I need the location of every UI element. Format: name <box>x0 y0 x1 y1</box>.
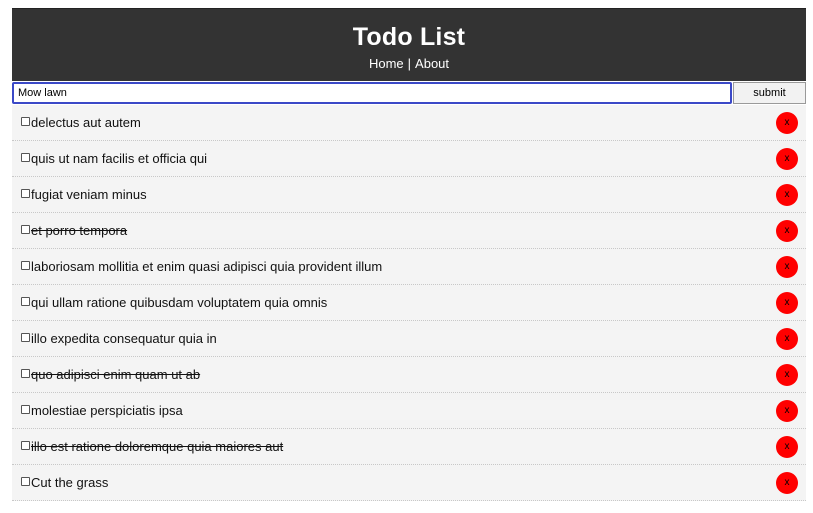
todo-item: Cut the grass x <box>12 465 806 501</box>
todo-item: illo est ratione doloremque quia maiores… <box>12 429 806 465</box>
nav-link-home[interactable]: Home <box>369 56 404 71</box>
todo-checkbox[interactable] <box>21 225 30 234</box>
todo-title: fugiat veniam minus <box>31 187 147 202</box>
todo-title: molestiae perspiciatis ipsa <box>31 403 183 418</box>
todo-checkbox[interactable] <box>21 369 30 378</box>
todo-item: illo expedita consequatur quia in x <box>12 321 806 357</box>
delete-button[interactable]: x <box>776 291 798 314</box>
todo-item: et porro tempora x <box>12 213 806 249</box>
todo-checkbox[interactable] <box>21 261 30 270</box>
todo-title: illo expedita consequatur quia in <box>31 331 217 346</box>
submit-button[interactable]: submit <box>733 82 806 104</box>
todo-item: qui ullam ratione quibusdam voluptatem q… <box>12 285 806 321</box>
delete-button[interactable]: x <box>776 219 798 242</box>
todo-checkbox[interactable] <box>21 477 30 486</box>
nav-link-about[interactable]: About <box>415 56 449 71</box>
todo-title: quis ut nam facilis et officia qui <box>31 151 208 166</box>
todo-title: delectus aut autem <box>31 115 141 130</box>
delete-button[interactable]: x <box>776 363 798 386</box>
todo-checkbox[interactable] <box>21 441 30 450</box>
todo-item: delectus aut autem x <box>12 105 806 141</box>
delete-button[interactable]: x <box>776 399 798 422</box>
todo-item: quo adipisci enim quam ut ab x <box>12 357 806 393</box>
todo-input[interactable] <box>12 82 732 104</box>
todo-item: molestiae perspiciatis ipsa x <box>12 393 806 429</box>
todo-item: fugiat veniam minus x <box>12 177 806 213</box>
delete-button[interactable]: x <box>776 147 798 170</box>
todo-title: Cut the grass <box>31 475 109 490</box>
todo-checkbox[interactable] <box>21 153 30 162</box>
todo-checkbox[interactable] <box>21 333 30 342</box>
delete-button[interactable]: x <box>776 255 798 278</box>
nav-bar: Home | About <box>12 56 806 72</box>
delete-button[interactable]: x <box>776 435 798 458</box>
page-title: Todo List <box>352 23 466 51</box>
todo-item: laboriosam mollitia et enim quasi adipis… <box>12 249 806 285</box>
todo-title: illo est ratione doloremque quia maiores… <box>31 439 284 454</box>
todo-title: laboriosam mollitia et enim quasi adipis… <box>31 259 383 274</box>
add-todo-form: submit <box>12 82 806 105</box>
todo-checkbox[interactable] <box>21 405 30 414</box>
todo-checkbox[interactable] <box>21 297 30 306</box>
delete-button[interactable]: x <box>776 471 798 494</box>
app-header: Todo List Home | About <box>12 8 806 81</box>
delete-button[interactable]: x <box>776 183 798 206</box>
todo-checkbox[interactable] <box>21 189 30 198</box>
nav-separator: | <box>407 56 412 71</box>
todo-app: Todo List Home|About submit delectus aut… <box>12 8 806 501</box>
delete-button[interactable]: x <box>776 111 798 134</box>
todo-title: qui ullam ratione quibusdam voluptatem q… <box>31 295 328 310</box>
delete-button[interactable]: x <box>776 327 798 350</box>
todo-title: et porro tempora <box>31 223 128 238</box>
todo-item: quis ut nam facilis et officia qui x <box>12 141 806 177</box>
todo-list: delectus aut autem x quis ut nam facilis e… <box>12 105 806 501</box>
todo-checkbox[interactable] <box>21 117 30 126</box>
todo-title: quo adipisci enim quam ut ab <box>31 367 201 382</box>
